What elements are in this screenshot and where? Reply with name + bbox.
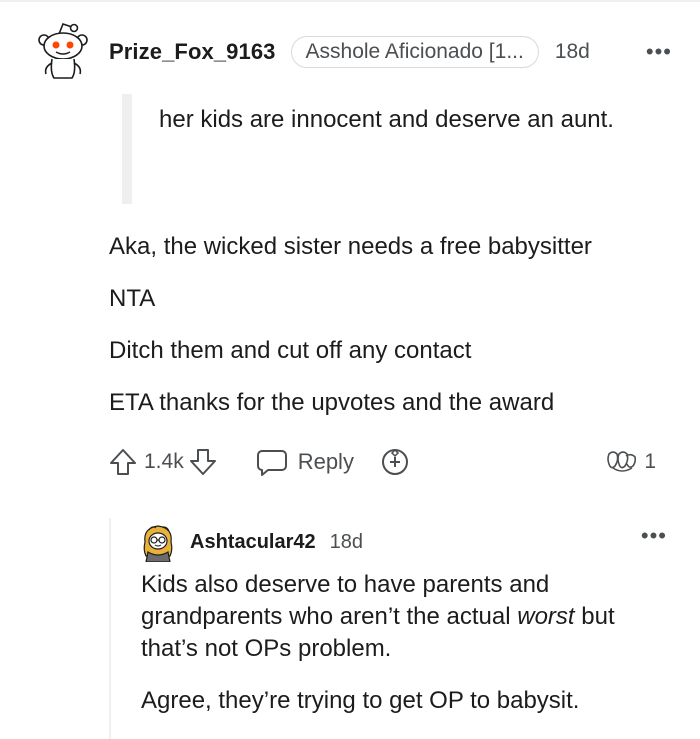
reply-emphasis: worst <box>517 603 575 630</box>
reply-header: Ashtacular42 18d ••• <box>140 520 670 564</box>
award-icon <box>607 451 637 472</box>
reply-username[interactable]: Ashtacular42 <box>190 531 316 554</box>
downvote-icon[interactable] <box>188 447 218 477</box>
reply-body: Kids also deserve to have parents and gr… <box>141 569 661 717</box>
give-award-button[interactable] <box>380 447 410 477</box>
reply-button[interactable]: Reply <box>256 447 354 477</box>
awards-received[interactable]: 1 <box>605 448 656 476</box>
upvote-icon[interactable] <box>108 447 138 477</box>
more-options-icon[interactable]: ••• <box>646 39 672 65</box>
comment-paragraph: ETA thanks for the upvotes and the award <box>109 389 555 416</box>
user-flair: Asshole Aficionado [1... <box>290 36 539 68</box>
reply-label: Reply <box>297 449 354 474</box>
comment-paragraph: Ditch them and cut off any contact <box>109 337 472 364</box>
reply-more-options-icon[interactable]: ••• <box>641 523 667 549</box>
ashtacular-avatar-icon[interactable] <box>140 522 176 562</box>
top-divider <box>0 0 700 2</box>
comment-action-bar: 1.4k Reply 1 <box>108 442 656 482</box>
snoo-avatar-icon[interactable] <box>34 22 92 82</box>
thread-line[interactable] <box>109 518 111 739</box>
comment-bubble-icon <box>256 450 287 476</box>
reply-text-segment: Kids also deserve to have parents and gr… <box>141 571 550 630</box>
reply-paragraph: Agree, they’re trying to get OP to babys… <box>141 687 580 714</box>
award-count: 1 <box>644 450 656 473</box>
comment-timestamp[interactable]: 18d <box>555 40 590 64</box>
comment-paragraph: NTA <box>109 285 156 312</box>
comment-username[interactable]: Prize_Fox_9163 <box>109 39 276 65</box>
blockquote: her kids are innocent and deserve an aun… <box>122 94 679 204</box>
reply-paragraph: Kids also deserve to have parents and gr… <box>141 569 661 665</box>
comment-header: Prize_Fox_9163 Asshole Aficionado [1... … <box>34 22 680 82</box>
comment-paragraph: Aka, the wicked sister needs a free baby… <box>109 233 592 260</box>
award-plus-icon <box>381 448 408 476</box>
reply-timestamp[interactable]: 18d <box>330 531 363 554</box>
vote-count: 1.4k <box>144 450 184 473</box>
